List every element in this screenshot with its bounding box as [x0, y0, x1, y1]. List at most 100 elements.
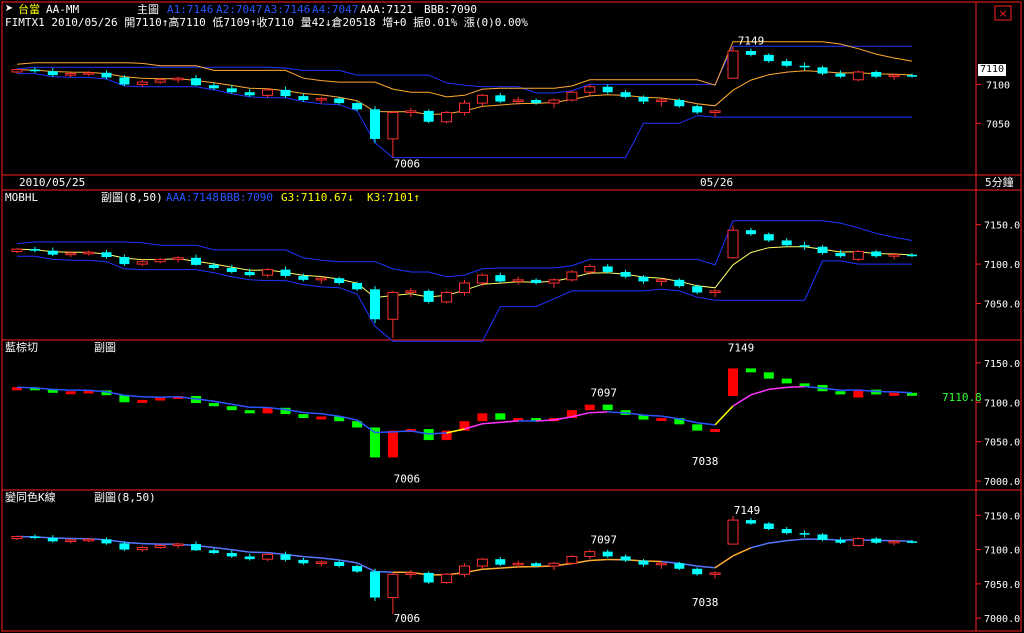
candle-body-down — [871, 72, 882, 77]
candle-body-down — [495, 275, 506, 282]
p3-dip-annotation: 7038 — [692, 455, 719, 468]
candle-body-up — [11, 536, 23, 540]
app-title: 台當 — [18, 3, 40, 16]
cursor-icon: ➤ — [5, 1, 14, 17]
candle-body-up — [655, 99, 667, 103]
candle-body-up — [476, 274, 488, 284]
candle-body-down — [692, 286, 703, 293]
candle-body-down — [280, 89, 291, 97]
candle-body-down — [799, 65, 810, 68]
p3-tick-label: 7100.0 — [984, 398, 1020, 409]
candle-body-down — [835, 73, 846, 77]
colored-bar — [477, 413, 488, 422]
candle-body-down — [817, 246, 828, 254]
p2-tick-label: 7050.0 — [984, 299, 1020, 310]
trend-line-segment — [52, 388, 71, 391]
candle-body-down — [208, 550, 219, 553]
candle-body-down — [244, 556, 255, 560]
candle-body-down — [334, 278, 345, 283]
colored-bar — [226, 406, 237, 411]
candle-body-down — [781, 61, 792, 66]
p4-tick-label: 7150.0 — [984, 511, 1020, 522]
candle-body-up — [852, 71, 864, 81]
colored-bar — [692, 424, 703, 431]
candle-body-down — [817, 67, 828, 74]
candle-body-up — [727, 229, 739, 259]
p4-tick-label: 7100.0 — [984, 546, 1020, 557]
candle-body-up — [476, 558, 488, 567]
candle-body-up — [512, 99, 524, 103]
candle-body-down — [763, 54, 774, 62]
candle-body-down — [495, 95, 506, 102]
candle-body-down — [531, 563, 542, 567]
candle-body-down — [208, 85, 219, 89]
candle-body-up — [83, 251, 95, 255]
colored-bar — [584, 404, 595, 411]
period-label: 5分鐘 — [985, 176, 1014, 189]
a3-value: A3:7146 — [264, 3, 311, 16]
candle-body-down — [781, 240, 792, 246]
candle-body-down — [638, 560, 649, 565]
high-annotation: 7149 — [738, 34, 765, 47]
candle-body-up — [154, 544, 166, 549]
candle-body-up — [655, 562, 667, 566]
candle-body-up — [136, 81, 148, 85]
candle-body-down — [352, 283, 363, 290]
p2-tick-label: 7100.0 — [984, 260, 1020, 271]
colored-bar — [763, 372, 774, 379]
candle-body-up — [154, 258, 166, 263]
panel3-name: 藍棕切 — [5, 341, 38, 354]
candle-body-up — [566, 555, 578, 564]
candle-body-down — [817, 534, 828, 540]
p3-high-annotation: 7149 — [728, 342, 755, 355]
p4-tick-label: 7050.0 — [984, 580, 1020, 591]
candle-body-up — [566, 271, 578, 281]
candle-body-up — [459, 282, 470, 293]
colored-bar — [889, 392, 900, 396]
candle-body-down — [871, 538, 882, 543]
candle-body-down — [620, 271, 631, 277]
colored-bar — [835, 391, 846, 395]
candle-body-down — [370, 109, 380, 139]
candle-body-up — [709, 290, 721, 293]
candle-body-up — [154, 79, 166, 83]
candle-body-down — [763, 523, 774, 529]
candle-body-up — [315, 561, 327, 564]
candle-body-down — [119, 77, 130, 85]
candle-body-up — [655, 279, 667, 282]
candle-body-down — [638, 96, 649, 102]
colored-bar — [298, 414, 309, 419]
p1-tick-label: 7100 — [986, 80, 1010, 91]
candle-body-down — [602, 266, 613, 272]
p4-peak-annotation: 7097 — [591, 534, 618, 547]
candle-body-down — [835, 253, 846, 257]
ma4-line-segment — [249, 551, 268, 554]
candle-body-up — [441, 573, 453, 583]
colored-bar — [602, 404, 613, 411]
candle-body-up — [709, 572, 721, 575]
candle-body-down — [226, 88, 237, 93]
stock-chart: 7100 7050 7149 7006 7150.0 7100.0 7050.0 7150… — [0, 0, 1024, 633]
ma4-line-segment — [589, 558, 608, 562]
close-icon-glyph: × — [998, 7, 1007, 20]
colored-bar — [137, 399, 148, 403]
candle-body-down — [692, 568, 703, 575]
candle-body-up — [172, 257, 184, 260]
colored-bar — [799, 383, 810, 387]
p1-tick-label: 7050 — [986, 119, 1010, 130]
candle-body-down — [602, 551, 613, 557]
candle-body-up — [262, 553, 274, 560]
candle-body-up — [315, 97, 327, 101]
candle-body-down — [370, 571, 380, 598]
candle-body-up — [476, 94, 488, 104]
chart-background — [0, 0, 1024, 633]
p3-tick-label: 7050.0 — [984, 438, 1020, 449]
candle-body-down — [47, 250, 58, 255]
candle-body-down — [191, 78, 201, 86]
candle-body-down — [674, 100, 685, 107]
panel2-k3: K3:7101↑ — [367, 191, 420, 204]
p4-tick-label: 7000.0 — [984, 614, 1020, 625]
candle-body-up — [852, 538, 864, 546]
candle-body-down — [101, 539, 112, 544]
candle-body-down — [799, 533, 810, 535]
